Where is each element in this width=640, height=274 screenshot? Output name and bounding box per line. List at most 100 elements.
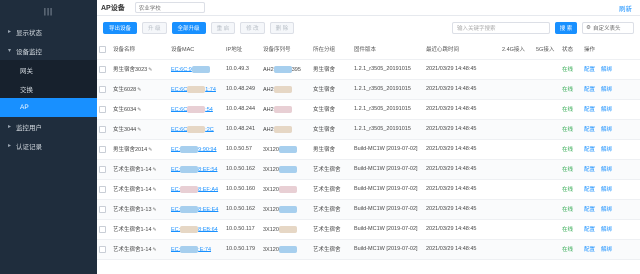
unbind-link[interactable]: 解绑 [601,167,612,173]
menu-icon[interactable]: ||| [0,0,97,22]
device-mac-tail[interactable]: 1:74 [205,86,216,92]
pencil-icon[interactable]: ✎ [153,247,157,253]
pencil-icon[interactable]: ✎ [148,67,152,73]
sidebar-item-label: 网关 [20,67,33,75]
row-checkbox[interactable] [99,225,106,233]
device-mac-tail[interactable]: 8:EB:64 [198,226,218,232]
unbind-link[interactable]: 解绑 [601,127,612,133]
clients-5g [534,239,560,260]
sidebar-item-switch[interactable]: 交换 [0,79,97,98]
search-button[interactable]: 搜 索 [555,22,577,34]
pencil-icon[interactable]: ✎ [153,227,157,233]
unbind-link[interactable]: 解绑 [601,207,612,213]
device-mac-tail[interactable]: :2C [205,126,214,132]
pencil-icon[interactable]: ✎ [137,107,141,113]
column-header[interactable]: 固件版本 [352,40,424,60]
select-all-checkbox[interactable] [99,45,106,53]
device-mac-link[interactable]: EC: [171,186,180,192]
device-mac-link[interactable]: EC:6C [171,126,187,132]
config-link[interactable]: 配置 [584,167,595,173]
row-checkbox[interactable] [99,145,106,153]
device-mac-tail[interactable]: 8:EF:A4 [198,186,218,192]
device-mac-link[interactable]: EC: [171,206,180,212]
column-header[interactable]: 设备名称 [111,40,169,60]
row-checkbox[interactable] [99,245,106,253]
chevron-down-icon: ▾ [8,48,12,54]
sidebar-item-gateway[interactable]: 网关 [0,60,97,79]
config-link[interactable]: 配置 [584,127,595,133]
config-link[interactable]: 配置 [584,67,595,73]
config-link[interactable]: 配置 [584,227,595,233]
config-link[interactable]: 配置 [584,147,595,153]
refresh-link[interactable]: 刷新 [619,3,632,13]
sidebar-item-device-monitor[interactable]: ▾ 设备监控 [0,41,97,60]
config-link[interactable]: 配置 [584,207,595,213]
pencil-icon[interactable]: ✎ [137,87,141,93]
column-header[interactable]: 状态 [560,40,582,60]
unbind-link[interactable]: 解绑 [601,107,612,113]
config-link[interactable]: 配置 [584,107,595,113]
pencil-icon[interactable]: ✎ [148,147,152,153]
pencil-icon[interactable]: ✎ [137,127,141,133]
config-link[interactable]: 配置 [584,187,595,193]
clients-2g [500,239,534,260]
row-checkbox[interactable] [99,205,106,213]
modify-button[interactable]: 修 改 [240,22,265,34]
device-mac-link[interactable]: EC:6C [171,86,187,92]
heartbeat-time: 2021/03/29 14:48:45 [424,199,500,220]
device-mac-tail[interactable]: 8:EF:54 [198,166,217,172]
sidebar-item-monitor-users[interactable]: ▸ 监控用户 [0,117,97,136]
device-mac-tail[interactable]: 9:90:94 [198,146,216,152]
device-name: 艺术生宿舍1-14 [113,167,152,173]
column-header[interactable]: 5G接入 [534,40,560,60]
column-header[interactable]: IP地址 [224,40,261,60]
unbind-link[interactable]: 解绑 [601,247,612,253]
delete-button[interactable]: 删 除 [269,22,295,34]
unbind-link[interactable]: 解绑 [601,147,612,153]
pencil-icon[interactable]: ✎ [153,207,157,213]
sidebar-item-display-status[interactable]: ▸ 显示状态 [0,22,97,41]
unbind-link[interactable]: 解绑 [601,227,612,233]
search-input[interactable]: 输入关键字搜索 [452,22,550,34]
row-checkbox[interactable] [99,125,106,133]
status-badge: 在线 [560,79,582,100]
unbind-link[interactable]: 解绑 [601,187,612,193]
device-mac-link[interactable]: EC: [171,146,180,152]
device-mac-link[interactable]: EC: [171,246,180,252]
custom-columns-button[interactable]: ⚙ 自定义表头 [582,22,634,34]
export-devices-button[interactable]: 导出设备 [103,22,138,34]
device-mac-link[interactable]: EC:6C:9 [171,66,192,72]
unbind-link[interactable]: 解绑 [601,87,612,93]
pencil-icon[interactable]: ✎ [153,187,157,193]
redacted-mark [180,145,199,153]
sidebar-item-ap[interactable]: AP [0,98,97,117]
clients-5g [534,179,560,200]
upgrade-all-button[interactable]: 全部升级 [171,22,206,34]
config-link[interactable]: 配置 [584,87,595,93]
device-mac-tail[interactable]: :54 [205,106,213,112]
row-checkbox[interactable] [99,185,106,193]
row-checkbox[interactable] [99,85,106,93]
unbind-link[interactable]: 解绑 [601,67,612,73]
column-header[interactable]: 最近心跳时间 [424,40,500,60]
device-mac-link[interactable]: EC: [171,226,180,232]
restart-button[interactable]: 重 启 [210,22,236,34]
column-header[interactable]: 操作 [582,40,640,60]
row-checkbox[interactable] [99,105,106,113]
row-checkbox[interactable] [99,165,106,173]
device-mac-link[interactable]: EC:6C [171,106,187,112]
column-header[interactable]: 设备序列号 [261,40,311,60]
sidebar-item-auth-records[interactable]: ▸ 认证记录 [0,136,97,155]
column-header[interactable]: 2.4G接入 [500,40,534,60]
pencil-icon[interactable]: ✎ [153,167,157,173]
device-name: 男生宿舍3023 [113,67,148,73]
row-checkbox[interactable] [99,65,106,73]
device-mac-tail[interactable]: 8:EE:E4 [198,206,218,212]
device-mac-link[interactable]: EC: [171,166,180,172]
upgrade-button[interactable]: 升 级 [142,22,167,34]
column-header[interactable]: 所在分组 [311,40,352,60]
config-link[interactable]: 配置 [584,247,595,253]
school-select[interactable]: 农业学校 [134,2,205,13]
device-mac-tail[interactable]: :E:74 [198,246,211,252]
column-header[interactable]: 设备MAC [169,40,224,60]
